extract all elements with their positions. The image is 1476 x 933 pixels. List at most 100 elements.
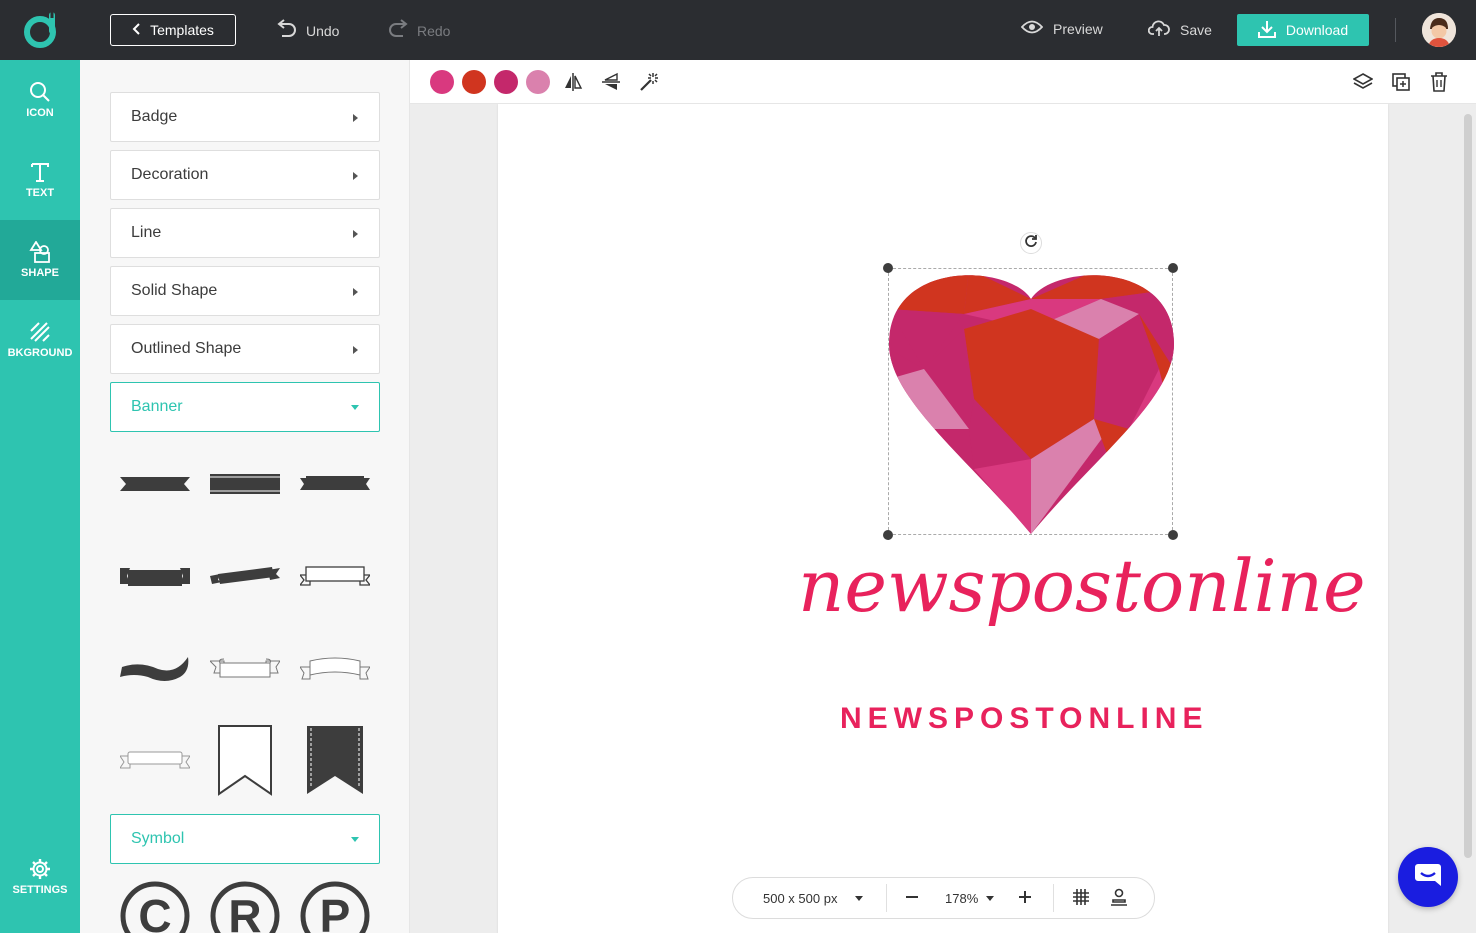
undo-button[interactable]: Undo: [276, 19, 339, 42]
zoom-level-dropdown[interactable]: 178%: [945, 878, 995, 918]
color-swatch-3[interactable]: [494, 70, 518, 94]
symbol-registered[interactable]: R: [210, 880, 280, 933]
color-swatch-1[interactable]: [430, 70, 454, 94]
context-toolbar: [410, 60, 1476, 104]
symbol-letter: P: [320, 890, 351, 933]
color-swatch-4[interactable]: [526, 70, 550, 94]
rail-item-shape[interactable]: SHAPE: [0, 220, 80, 300]
flip-horizontal-icon[interactable]: [562, 71, 584, 93]
workspace: newspostonline NEWSPOSTONLINE 500 x 500 …: [410, 104, 1476, 933]
zoombar-divider: [1053, 884, 1054, 912]
category-symbol[interactable]: Symbol: [110, 814, 380, 864]
download-icon: [1257, 20, 1276, 41]
cloud-upload-icon: [1147, 19, 1170, 40]
left-rail: ICON TEXT SHAPE BKGROUND SETTINGS: [0, 60, 80, 933]
download-button[interactable]: Download: [1237, 14, 1369, 46]
category-label: Line: [131, 224, 162, 241]
category-badge[interactable]: Badge: [110, 92, 380, 142]
rotate-handle[interactable]: [1020, 232, 1042, 254]
zoom-out-button[interactable]: [905, 878, 919, 918]
caret-down-icon: [351, 837, 359, 842]
topbar-divider: [1395, 18, 1396, 42]
shape-icon: [29, 241, 51, 263]
chat-launcher[interactable]: [1398, 847, 1458, 907]
duplicate-icon[interactable]: [1390, 71, 1412, 93]
banner-shape-5[interactable]: [210, 540, 280, 612]
grid-toggle[interactable]: [1072, 878, 1090, 918]
rail-item-label: SHAPE: [21, 267, 59, 279]
trash-icon[interactable]: [1428, 71, 1450, 93]
color-swatch-2[interactable]: [462, 70, 486, 94]
resize-handle-bl[interactable]: [883, 530, 893, 540]
resize-handle-br[interactable]: [1168, 530, 1178, 540]
category-banner[interactable]: Banner: [110, 382, 380, 432]
category-label: Badge: [131, 108, 178, 125]
magic-wand-icon[interactable]: [638, 71, 660, 93]
zoom-in-button[interactable]: [1018, 878, 1032, 918]
heart-gem-shape[interactable]: [889, 269, 1174, 536]
script-text[interactable]: newspostonline: [798, 544, 1366, 628]
redo-button[interactable]: Redo: [387, 19, 450, 42]
shape-panel: Badge Decoration Line Solid Shape Outlin…: [80, 60, 410, 933]
redo-icon: [387, 19, 409, 42]
plus-icon: [1018, 890, 1032, 907]
category-label: Outlined Shape: [131, 340, 242, 357]
banner-shape-10[interactable]: [120, 724, 190, 796]
caps-text[interactable]: NEWSPOSTONLINE: [840, 702, 1202, 736]
stamp-toggle[interactable]: [1110, 878, 1128, 918]
resize-handle-tr[interactable]: [1168, 263, 1178, 273]
banner-shape-6[interactable]: [300, 540, 370, 612]
banner-shape-7[interactable]: [120, 632, 190, 704]
settings-label: SETTINGS: [12, 884, 68, 896]
banner-shape-4[interactable]: [120, 540, 190, 612]
banner-shape-2[interactable]: [210, 448, 280, 520]
undo-label: Undo: [306, 22, 340, 39]
save-label: Save: [1180, 21, 1212, 38]
rail-item-label: ICON: [26, 107, 54, 119]
canvas-size-dropdown[interactable]: 500 x 500 px: [763, 878, 864, 918]
templates-button[interactable]: Templates: [110, 14, 236, 46]
rail-item-text[interactable]: TEXT: [0, 140, 80, 220]
category-outlined-shape[interactable]: Outlined Shape: [110, 324, 380, 374]
symbol-copyright[interactable]: C: [120, 880, 190, 933]
caret-down-icon: [855, 895, 864, 901]
rail-item-background[interactable]: BKGROUND: [0, 300, 80, 380]
stamp-icon: [1110, 888, 1128, 909]
rail-item-label: BKGROUND: [7, 347, 73, 359]
banner-shape-1[interactable]: [120, 448, 190, 520]
templates-label: Templates: [150, 22, 214, 38]
caret-right-icon: [353, 114, 358, 122]
canvas-size-label: 500 x 500 px: [763, 890, 838, 906]
app-logo[interactable]: [20, 10, 60, 50]
text-icon: [29, 161, 51, 183]
category-line[interactable]: Line: [110, 208, 380, 258]
user-avatar[interactable]: [1422, 13, 1456, 47]
rail-item-icon[interactable]: ICON: [0, 60, 80, 140]
flip-vertical-icon[interactable]: [600, 71, 622, 93]
banner-shape-9[interactable]: [300, 632, 370, 704]
layers-icon[interactable]: [1352, 71, 1374, 93]
selection-box[interactable]: [883, 263, 1178, 540]
rail-item-label: TEXT: [25, 187, 55, 199]
rotate-icon: [1024, 234, 1038, 253]
resize-handle-tl[interactable]: [883, 263, 893, 273]
caret-right-icon: [353, 346, 358, 354]
caret-down-icon: [986, 895, 995, 901]
symbol-sound-recording[interactable]: P: [300, 880, 370, 933]
preview-label: Preview: [1053, 20, 1103, 37]
download-label: Download: [1285, 22, 1349, 38]
save-button[interactable]: Save: [1147, 19, 1212, 40]
vertical-scrollbar[interactable]: [1464, 114, 1472, 858]
category-decoration[interactable]: Decoration: [110, 150, 380, 200]
category-solid-shape[interactable]: Solid Shape: [110, 266, 380, 316]
design-canvas[interactable]: newspostonline NEWSPOSTONLINE: [498, 104, 1388, 933]
undo-icon: [276, 19, 298, 42]
banner-shape-12[interactable]: [300, 715, 370, 805]
category-label: Banner: [131, 398, 183, 415]
rail-item-settings[interactable]: SETTINGS: [0, 837, 80, 917]
banner-shape-11[interactable]: [210, 715, 280, 805]
banner-shape-3[interactable]: [300, 448, 370, 520]
banner-shape-8[interactable]: [210, 632, 280, 704]
caret-right-icon: [353, 288, 358, 296]
preview-button[interactable]: Preview: [1020, 19, 1103, 38]
